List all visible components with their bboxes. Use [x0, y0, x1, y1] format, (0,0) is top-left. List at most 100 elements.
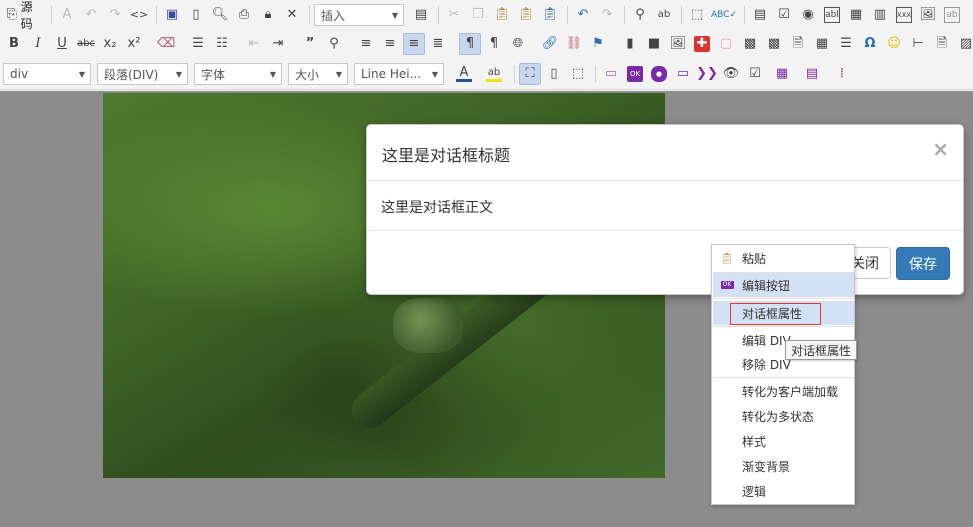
textarea-button[interactable]: ▦ — [845, 4, 867, 26]
redo-format-button[interactable]: ↷ — [104, 4, 126, 26]
context-item-multistate[interactable]: 转化为多状态 — [713, 404, 854, 428]
chart-button[interactable]: ▮ — [619, 33, 641, 55]
subscript-button[interactable]: x₂ — [99, 33, 121, 55]
align-right-button[interactable]: ≡ — [403, 33, 425, 55]
checkbox-button[interactable]: ☑ — [773, 4, 795, 26]
indent-button[interactable]: ⇥ — [267, 33, 289, 55]
ltr-button[interactable]: ¶ — [459, 33, 481, 55]
code-button[interactable]: <> — [128, 4, 150, 26]
list-button[interactable]: ☰ — [835, 33, 857, 55]
context-item-edit-button[interactable]: OK 编辑按钮 — [713, 273, 854, 297]
form-button[interactable]: ▤ — [749, 4, 771, 26]
find2-button[interactable]: ⚲ — [323, 33, 345, 55]
numbered-list-button[interactable]: ☰ — [187, 33, 209, 55]
save-button[interactable]: ▣ — [161, 4, 183, 26]
context-item-client-load[interactable]: 转化为客户端加载 — [713, 379, 854, 403]
button-field-button[interactable]: xxx — [893, 4, 915, 26]
textfield-button[interactable]: abl — [821, 4, 843, 26]
superscript-button[interactable]: x² — [123, 33, 145, 55]
radio-button[interactable]: ◉ — [797, 4, 819, 26]
underline-button[interactable]: U — [51, 33, 73, 55]
table2-button[interactable]: ▤ — [798, 63, 826, 85]
image-button[interactable]: 🖼︎ — [667, 33, 689, 55]
label-button[interactable]: ▭ — [672, 63, 694, 85]
redo-button[interactable]: ↷ — [596, 4, 618, 26]
context-item-paste[interactable]: 📋︎ 粘贴 — [713, 246, 854, 270]
blocks-button[interactable]: ⬚ — [567, 63, 589, 85]
justify-button[interactable]: ≣ — [427, 33, 449, 55]
lineheight-dropdown[interactable]: Line Hei... ▼ — [354, 63, 444, 85]
new-doc-button[interactable]: ▯ — [185, 4, 207, 26]
paragraph-dropdown[interactable]: 段落(DIV) ▼ — [97, 63, 188, 85]
paste-text-button[interactable]: 📋︎ — [515, 4, 537, 26]
close-icon[interactable]: × — [932, 137, 949, 161]
insert-dropdown[interactable]: 插入 ▼ — [314, 4, 404, 26]
paste-word-button[interactable]: 📋︎ — [539, 4, 561, 26]
copy-button[interactable]: ❐ — [467, 4, 489, 26]
bg-color-button[interactable]: ab — [480, 63, 508, 85]
rtl-button[interactable]: ¶ — [483, 33, 505, 55]
imagemap-button[interactable]: ▨ — [955, 33, 973, 55]
smiley-button[interactable]: ☺ — [883, 33, 905, 55]
align-center-button[interactable]: ≡ — [379, 33, 401, 55]
template-button[interactable]: ▤ — [410, 4, 432, 26]
size-dropdown[interactable]: 大小 ▼ — [288, 63, 348, 85]
hidden-field-button[interactable]: ab — [941, 4, 963, 26]
align-left-button[interactable]: ≡ — [355, 33, 377, 55]
showblocks-button[interactable]: ▯ — [543, 63, 565, 85]
paste-button[interactable]: 📋︎ — [491, 4, 513, 26]
iframe-button[interactable]: ▢ — [715, 33, 737, 55]
unlink-button[interactable]: ⛓ — [563, 33, 585, 55]
context-item-style[interactable]: 样式 — [713, 429, 854, 453]
language-button[interactable]: 🌐︎ — [507, 33, 529, 55]
text-color-button[interactable]: A — [450, 63, 478, 85]
anchor-button[interactable]: ⚑ — [587, 33, 609, 55]
special-button[interactable]: ✚ — [691, 33, 713, 55]
print-button[interactable]: ⎙ — [233, 4, 255, 26]
media-button[interactable]: ▩ — [739, 33, 761, 55]
div-button[interactable]: ▭ — [600, 63, 622, 85]
font-dropdown[interactable]: 字体 ▼ — [194, 63, 282, 85]
context-item-gradient-bg[interactable]: 渐变背景 — [713, 454, 854, 478]
bulleted-list-button[interactable]: ☷ — [211, 33, 233, 55]
context-item-logic[interactable]: 逻辑 — [713, 479, 854, 503]
element-dropdown[interactable]: div ▼ — [3, 63, 91, 85]
glyph-button[interactable]: 👁︎ — [720, 63, 742, 85]
file-button[interactable]: 🗎 — [787, 33, 809, 55]
source-button[interactable]: ⎘ 源码 — [3, 0, 45, 31]
media2-button[interactable]: ▩ — [763, 33, 785, 55]
blockquote-button[interactable]: ” — [299, 33, 321, 55]
select-button[interactable]: ⬚ — [686, 4, 708, 26]
maximize-button[interactable]: ⛶ — [519, 63, 541, 85]
table-button[interactable]: ▦ — [811, 33, 833, 55]
omega-button[interactable]: Ω — [859, 33, 881, 55]
button-comp-button[interactable]: OK — [624, 63, 646, 85]
undo-format-button[interactable]: ↶ — [80, 4, 102, 26]
undo-button[interactable]: ↶ — [572, 4, 594, 26]
link-button[interactable]: 🔗︎ — [539, 33, 561, 55]
image-button-button[interactable]: 🖼︎ — [917, 4, 939, 26]
misc-button[interactable]: ⁞ — [828, 63, 856, 85]
pill-button[interactable]: ❯❯ — [696, 63, 718, 85]
cut-button[interactable]: ✂ — [443, 4, 465, 26]
find-button[interactable]: ⚲ — [629, 4, 651, 26]
bold-button[interactable]: B — [3, 33, 25, 55]
select-field-button[interactable]: ▥ — [869, 4, 891, 26]
lock-button[interactable]: 🔒︎ — [257, 4, 279, 26]
spellcheck-button[interactable]: ABC✓ — [710, 4, 738, 26]
remove-format-button[interactable]: ⌫ — [155, 33, 177, 55]
dialog-save-button[interactable]: 保存 — [896, 247, 950, 280]
flash-button[interactable]: ■ — [643, 33, 665, 55]
strike-button[interactable]: abc — [75, 33, 97, 55]
badge-button[interactable]: ● — [648, 63, 670, 85]
clear-button[interactable]: ✕ — [281, 4, 303, 26]
replace-button[interactable]: ab — [653, 4, 675, 26]
check-button[interactable]: ☑ — [744, 63, 766, 85]
grid-button[interactable]: ▦ — [768, 63, 796, 85]
select-all-button[interactable]: A — [56, 4, 78, 26]
outdent-button[interactable]: ⇤ — [243, 33, 265, 55]
fileinfo-button[interactable]: 🗎 — [931, 33, 953, 55]
italic-button[interactable]: I — [27, 33, 49, 55]
pagebreak-button[interactable]: ⊢ — [907, 33, 929, 55]
preview-button[interactable]: 🔍︎ — [209, 4, 231, 26]
